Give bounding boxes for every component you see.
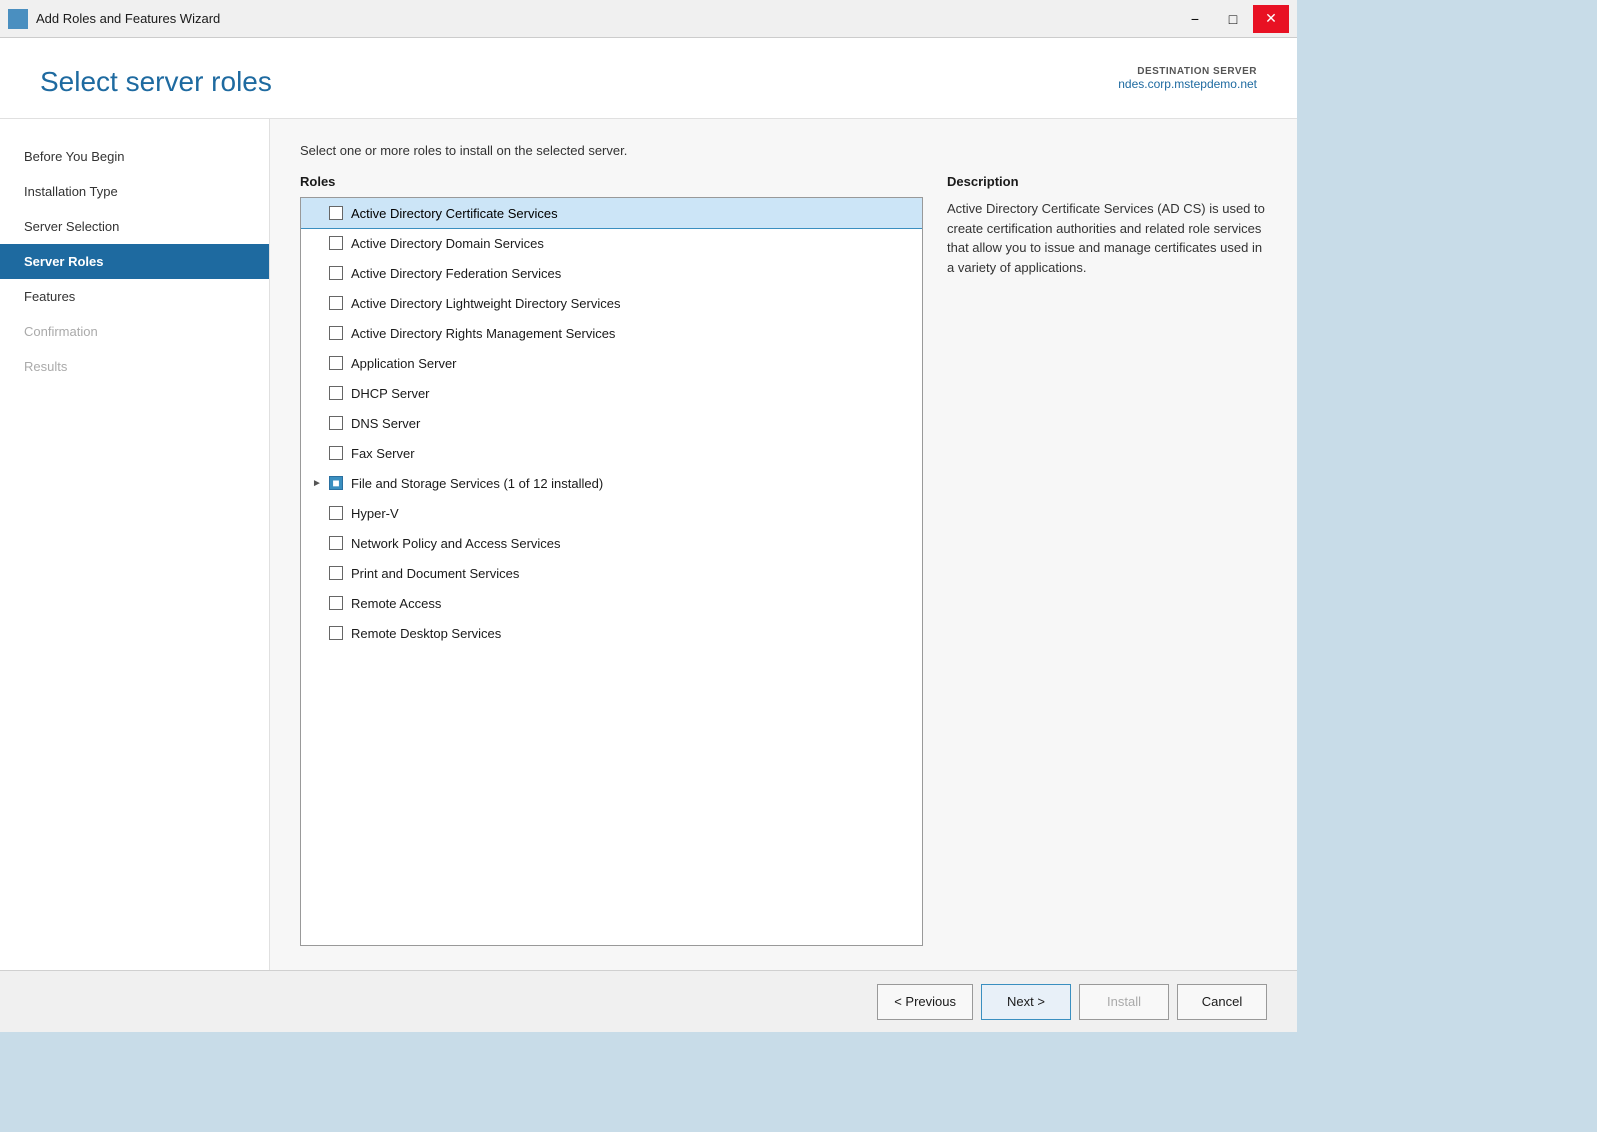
expand-icon-filestorage[interactable]: ► [309, 475, 325, 491]
role-checkbox-appserver[interactable] [329, 356, 343, 370]
role-checkbox-filestorage[interactable]: ■ [329, 476, 343, 490]
page-title: Select server roles [40, 66, 272, 98]
role-item-adlds[interactable]: Active Directory Lightweight Directory S… [301, 288, 922, 318]
role-name-filestorage: File and Storage Services (1 of 12 insta… [351, 476, 914, 491]
role-name-adrms: Active Directory Rights Management Servi… [351, 326, 914, 341]
description-label: Description [947, 174, 1267, 189]
role-name-adcs: Active Directory Certificate Services [351, 206, 914, 221]
close-button[interactable]: ✕ [1253, 5, 1289, 33]
role-name-remoteaccess: Remote Access [351, 596, 914, 611]
role-checkbox-rds[interactable] [329, 626, 343, 640]
window-controls: − □ ✕ [1177, 5, 1289, 33]
previous-button[interactable]: < Previous [877, 984, 973, 1020]
role-name-adfs: Active Directory Federation Services [351, 266, 914, 281]
wizard-header: Select server roles DESTINATION SERVER n… [0, 38, 1297, 119]
role-name-printdoc: Print and Document Services [351, 566, 914, 581]
wizard-footer: < Previous Next > Install Cancel [0, 970, 1297, 1032]
roles-list[interactable]: Active Directory Certificate Services Ac… [300, 197, 923, 946]
window-title: Add Roles and Features Wizard [36, 11, 220, 26]
role-item-fax[interactable]: Fax Server [301, 438, 922, 468]
description-text: Active Directory Certificate Services (A… [947, 199, 1267, 277]
role-checkbox-npas[interactable] [329, 536, 343, 550]
sidebar-item-server-roles[interactable]: Server Roles [0, 244, 269, 279]
sidebar-item-server-selection[interactable]: Server Selection [0, 209, 269, 244]
content-area: Roles Active Directory Certificate Servi… [300, 174, 1267, 946]
role-checkbox-hyperv[interactable] [329, 506, 343, 520]
role-checkbox-dhcp[interactable] [329, 386, 343, 400]
roles-section: Roles Active Directory Certificate Servi… [300, 174, 923, 946]
role-item-adrms[interactable]: Active Directory Rights Management Servi… [301, 318, 922, 348]
role-name-hyperv: Hyper-V [351, 506, 914, 521]
role-checkbox-adrms[interactable] [329, 326, 343, 340]
minimize-button[interactable]: − [1177, 5, 1213, 33]
wizard-container: Select server roles DESTINATION SERVER n… [0, 38, 1297, 1032]
role-name-rds: Remote Desktop Services [351, 626, 914, 641]
main-panel: Select one or more roles to install on t… [270, 119, 1297, 970]
role-checkbox-remoteaccess[interactable] [329, 596, 343, 610]
install-button[interactable]: Install [1079, 984, 1169, 1020]
role-checkbox-adds[interactable] [329, 236, 343, 250]
role-checkbox-adcs[interactable] [329, 206, 343, 220]
sidebar-item-installation-type[interactable]: Installation Type [0, 174, 269, 209]
cancel-button[interactable]: Cancel [1177, 984, 1267, 1020]
role-item-appserver[interactable]: Application Server [301, 348, 922, 378]
title-bar-left: Add Roles and Features Wizard [8, 9, 220, 29]
role-checkbox-fax[interactable] [329, 446, 343, 460]
roles-label: Roles [300, 174, 923, 189]
role-item-rds[interactable]: Remote Desktop Services [301, 618, 922, 648]
sidebar-item-results: Results [0, 349, 269, 384]
instruction-text: Select one or more roles to install on t… [300, 143, 1267, 158]
role-checkbox-printdoc[interactable] [329, 566, 343, 580]
role-name-dhcp: DHCP Server [351, 386, 914, 401]
role-item-npas[interactable]: Network Policy and Access Services [301, 528, 922, 558]
title-bar: Add Roles and Features Wizard − □ ✕ [0, 0, 1297, 38]
sidebar-item-features[interactable]: Features [0, 279, 269, 314]
role-item-dhcp[interactable]: DHCP Server [301, 378, 922, 408]
role-name-dns: DNS Server [351, 416, 914, 431]
server-name: ndes.corp.mstepdemo.net [1118, 77, 1257, 91]
role-item-dns[interactable]: DNS Server [301, 408, 922, 438]
app-icon [8, 9, 28, 29]
role-item-adcs[interactable]: Active Directory Certificate Services [301, 198, 922, 228]
sidebar-item-before-you-begin[interactable]: Before You Begin [0, 139, 269, 174]
description-section: Description Active Directory Certificate… [947, 174, 1267, 946]
maximize-button[interactable]: □ [1215, 5, 1251, 33]
destination-server-info: DESTINATION SERVER ndes.corp.mstepdemo.n… [1118, 66, 1257, 91]
role-name-npas: Network Policy and Access Services [351, 536, 914, 551]
wizard-body: Before You Begin Installation Type Serve… [0, 119, 1297, 970]
role-checkbox-adfs[interactable] [329, 266, 343, 280]
role-name-appserver: Application Server [351, 356, 914, 371]
role-item-printdoc[interactable]: Print and Document Services [301, 558, 922, 588]
sidebar: Before You Begin Installation Type Serve… [0, 119, 270, 970]
next-button[interactable]: Next > [981, 984, 1071, 1020]
role-name-adds: Active Directory Domain Services [351, 236, 914, 251]
role-item-adfs[interactable]: Active Directory Federation Services [301, 258, 922, 288]
role-item-adds[interactable]: Active Directory Domain Services [301, 228, 922, 258]
sidebar-item-confirmation: Confirmation [0, 314, 269, 349]
role-item-remoteaccess[interactable]: Remote Access [301, 588, 922, 618]
role-checkbox-adlds[interactable] [329, 296, 343, 310]
destination-label: DESTINATION SERVER [1118, 66, 1257, 77]
role-checkbox-dns[interactable] [329, 416, 343, 430]
role-item-hyperv[interactable]: Hyper-V [301, 498, 922, 528]
role-name-fax: Fax Server [351, 446, 914, 461]
role-item-filestorage[interactable]: ► ■ File and Storage Services (1 of 12 i… [301, 468, 922, 498]
role-name-adlds: Active Directory Lightweight Directory S… [351, 296, 914, 311]
